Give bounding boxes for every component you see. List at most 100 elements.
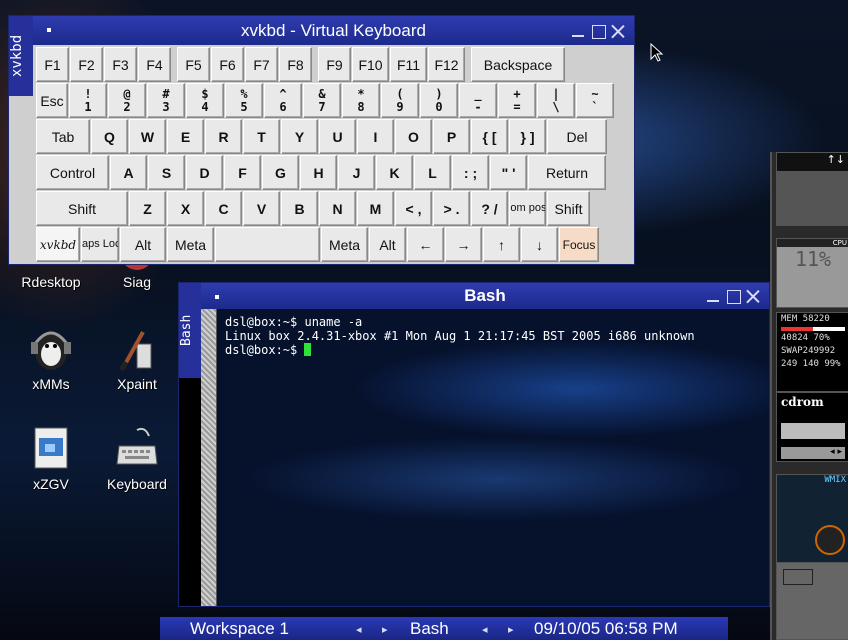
key-del[interactable]: Del [547,119,607,154]
key-f11[interactable]: F11 [390,47,427,82]
key-f10[interactable]: F10 [352,47,389,82]
key-f1[interactable]: F1 [36,47,69,82]
bash-title-bar[interactable]: Bash [201,283,769,309]
dockapp-slot[interactable] [776,562,848,640]
key-tab[interactable]: Tab [36,119,90,154]
cdrom-dockapp[interactable]: cdrom ◂ ▸ [776,392,848,462]
key-r[interactable]: R [205,119,242,154]
close-icon[interactable] [610,23,626,39]
key-z[interactable]: Z [129,191,166,226]
key-right-brace[interactable]: } ] [509,119,546,154]
key-f9[interactable]: F9 [318,47,351,82]
key-2[interactable]: @2 [108,83,146,118]
key-0[interactable]: ) 0 [420,83,458,118]
key-shift-right[interactable]: Shift [547,191,590,226]
key-1[interactable]: ! 1 [69,83,107,118]
key-shift-left[interactable]: Shift [36,191,128,226]
key-9[interactable]: (9 [381,83,419,118]
terminal-output[interactable]: dsl@box:~$ uname -a Linux box 2.4.31-xbo… [217,309,769,606]
key-equals[interactable]: + = [498,83,536,118]
cdrom-controls[interactable]: ◂ ▸ [781,447,845,459]
key-3[interactable]: #3 [147,83,185,118]
key-f2[interactable]: F2 [70,47,103,82]
key-period[interactable]: > . [433,191,470,226]
key-alt-left[interactable]: Alt [120,227,166,262]
desktop-icon-xpaint[interactable]: Xpaint [92,324,182,392]
key-k[interactable]: K [376,155,413,190]
desktop-icon-xmms[interactable]: xMMs [6,324,96,392]
key-f6[interactable]: F6 [211,47,244,82]
volume-knob[interactable] [815,525,845,555]
bash-side-tab[interactable]: Bash [179,283,201,378]
taskbar-task-bash[interactable]: Bash [410,619,449,639]
key-w[interactable]: W [129,119,166,154]
key-f3[interactable]: F3 [104,47,137,82]
key-caps-lock[interactable]: Caps Lock [81,227,119,262]
key-e[interactable]: E [167,119,204,154]
key-b[interactable]: B [281,191,318,226]
key-backslash[interactable]: | \ [537,83,575,118]
key-5[interactable]: % 5 [225,83,263,118]
prev-workspace-icon[interactable]: ◂ [356,623,362,636]
key-f8[interactable]: F8 [279,47,312,82]
key-minus[interactable]: _ - [459,83,497,118]
key-n[interactable]: N [319,191,356,226]
key-f4[interactable]: F4 [138,47,171,82]
key-4[interactable]: $4 [186,83,224,118]
desktop-icon-keyboard[interactable]: Keyboard [92,424,182,492]
key-7[interactable]: & 7 [303,83,341,118]
minimize-icon[interactable] [705,288,721,304]
key-s[interactable]: S [148,155,185,190]
key-return[interactable]: Return [528,155,606,190]
key-i[interactable]: I [357,119,394,154]
key-x[interactable]: X [167,191,204,226]
prev-task-icon[interactable]: ◂ [482,623,488,636]
minimize-icon[interactable] [570,23,586,39]
key-f[interactable]: F [224,155,261,190]
key-t[interactable]: T [243,119,280,154]
key-m[interactable]: M [357,191,394,226]
key-j[interactable]: J [338,155,375,190]
window-menu-icon[interactable] [47,28,51,32]
key-d[interactable]: D [186,155,223,190]
workspace-label[interactable]: Workspace 1 [190,619,289,639]
key-space[interactable] [215,227,320,262]
next-workspace-icon[interactable]: ▸ [382,623,388,636]
key-8[interactable]: * 8 [342,83,380,118]
key-compose[interactable]: Com pose [509,191,546,226]
maximize-icon[interactable] [725,288,741,304]
key-o[interactable]: O [395,119,432,154]
terminal-scrollbar[interactable] [201,309,217,606]
key-f12[interactable]: F12 [428,47,465,82]
key-a[interactable]: A [110,155,147,190]
key-arrow-down[interactable]: ↓ [521,227,558,262]
xvkbd-logo-button[interactable]: xvkbd [36,227,80,262]
next-task-icon[interactable]: ▸ [508,623,514,636]
key-meta-right[interactable]: Meta [321,227,368,262]
key-semicolon[interactable]: : ; [452,155,489,190]
key-comma[interactable]: < , [395,191,432,226]
key-6[interactable]: ^ 6 [264,83,302,118]
key-h[interactable]: H [300,155,337,190]
xvkbd-side-tab[interactable]: xvkbd [9,16,33,96]
key-q[interactable]: Q [91,119,128,154]
key-y[interactable]: Y [281,119,318,154]
key-c[interactable]: C [205,191,242,226]
key-alt-right[interactable]: Alt [369,227,406,262]
key-meta-left[interactable]: Meta [167,227,214,262]
cdrom-tray[interactable] [781,423,845,439]
key-slash[interactable]: ? / [471,191,508,226]
key-arrow-right[interactable]: → [445,227,482,262]
desktop-icon-xzgv[interactable]: xZGV [6,424,96,492]
key-quote[interactable]: " ' [490,155,527,190]
key-l[interactable]: L [414,155,451,190]
key-esc[interactable]: Esc [36,83,68,118]
dockapp-slot[interactable]: ↑↓ [776,152,848,226]
mixer-dockapp[interactable]: WMIX [776,474,848,564]
key-arrow-up[interactable]: ↑ [483,227,520,262]
key-u[interactable]: U [319,119,356,154]
key-focus[interactable]: Focus [559,227,599,262]
window-menu-icon[interactable] [215,295,219,299]
key-backspace[interactable]: Backspace [471,47,565,82]
key-backtick[interactable]: ~ ` [576,83,614,118]
